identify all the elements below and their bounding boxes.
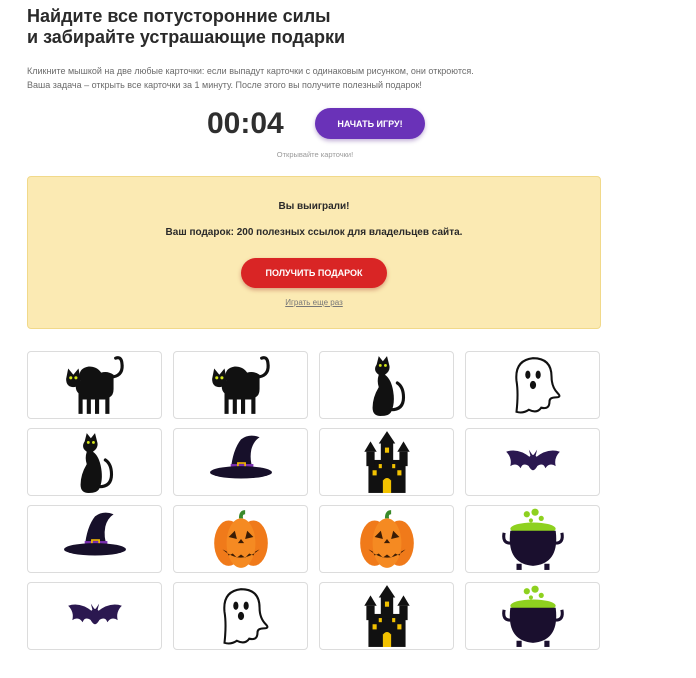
title-line-2: и забирайте устрашающие подарки (27, 27, 346, 47)
memory-card[interactable] (27, 351, 162, 419)
black-cat-arched-icon (208, 352, 274, 418)
witch-hat-icon (208, 429, 274, 495)
haunted-castle-icon (354, 583, 420, 649)
memory-card[interactable] (27, 505, 162, 573)
bat-icon (62, 583, 128, 649)
black-cat-arched-icon (62, 352, 128, 418)
ghost-icon (208, 583, 274, 649)
pumpkin-icon (354, 506, 420, 572)
memory-card[interactable] (465, 351, 600, 419)
memory-card[interactable] (173, 582, 308, 650)
ghost-icon (500, 352, 566, 418)
memory-card[interactable] (319, 505, 454, 573)
cauldron-icon (500, 506, 566, 572)
game-description: Кликните мышкой на две любые карточки: е… (27, 64, 667, 92)
bat-icon (500, 429, 566, 495)
memory-card[interactable] (319, 582, 454, 650)
description-line-2: Ваша задача – открыть все карточки за 1 … (27, 80, 422, 90)
win-heading: Вы выиграли! (278, 201, 350, 212)
start-game-button[interactable]: НАЧАТЬ ИГРУ! (315, 108, 425, 139)
memory-card[interactable] (319, 351, 454, 419)
memory-card[interactable] (27, 428, 162, 496)
memory-card[interactable] (173, 428, 308, 496)
memory-card[interactable] (173, 505, 308, 573)
memory-card[interactable] (173, 351, 308, 419)
gift-description: Ваш подарок: 200 полезных ссылок для вла… (165, 227, 463, 238)
memory-card[interactable] (465, 505, 600, 573)
countdown-timer: 00:04 (207, 107, 284, 140)
cauldron-icon (500, 583, 566, 649)
play-again-link[interactable]: Играть еще раз (28, 298, 600, 307)
memory-card[interactable] (465, 582, 600, 650)
black-cat-sitting-icon (62, 429, 128, 495)
pumpkin-icon (208, 506, 274, 572)
title-line-1: Найдите все потусторонние силы (27, 6, 331, 26)
game-hint: Открывайте карточки! (276, 150, 354, 159)
memory-card[interactable] (27, 582, 162, 650)
win-panel: Вы выиграли! Ваш подарок: 200 полезных с… (27, 176, 601, 329)
page-title: Найдите все потусторонние силы и забирай… (27, 6, 667, 48)
memory-card[interactable] (319, 428, 454, 496)
black-cat-sitting-icon (354, 352, 420, 418)
get-gift-button[interactable]: ПОЛУЧИТЬ ПОДАРОК (241, 258, 387, 288)
witch-hat-icon (62, 506, 128, 572)
haunted-castle-icon (354, 429, 420, 495)
description-line-1: Кликните мышкой на две любые карточки: е… (27, 66, 474, 76)
memory-card[interactable] (465, 428, 600, 496)
timer-row: 00:04 НАЧАТЬ ИГРУ! (0, 106, 630, 142)
